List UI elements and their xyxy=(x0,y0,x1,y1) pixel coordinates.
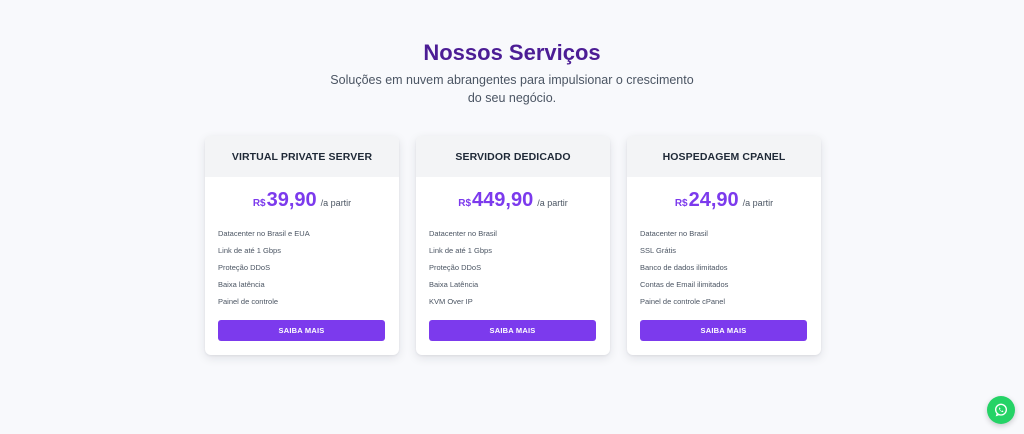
whatsapp-icon xyxy=(995,403,1007,417)
feature-item: Link de até 1 Gbps xyxy=(218,246,281,255)
feature-item: Datacenter no Brasil xyxy=(640,229,708,238)
price-currency: R$ xyxy=(252,198,266,209)
feature-item: Datacenter no Brasil xyxy=(429,229,497,238)
section-subtitle: Soluções em nuvem abrangentes para impul… xyxy=(330,73,694,105)
whatsapp-button[interactable] xyxy=(987,396,1015,424)
price-amount: 39,90 xyxy=(266,189,317,211)
plan-price: R$ 24,90 /a partir xyxy=(627,189,821,215)
feature-item: Painel de controle xyxy=(218,297,279,306)
price-currency: R$ xyxy=(458,198,472,209)
price-currency: R$ xyxy=(674,198,688,209)
feature-item: Painel de controle cPanel xyxy=(640,297,726,306)
feature-item: Link de até 1 Gbps xyxy=(429,246,492,255)
section-title: Nossos Serviços xyxy=(423,40,601,65)
saiba-mais-button[interactable]: SAIBA MAIS xyxy=(218,320,385,341)
services-section: Nossos Serviços Soluções em nuvem abrang… xyxy=(0,0,1024,434)
price-period: /a partir xyxy=(537,198,568,208)
price-amount: 24,90 xyxy=(688,189,739,211)
feature-item: Baixa latência xyxy=(218,280,265,289)
feature-list: Datacenter no Brasil SSL Grátis Banco de… xyxy=(627,229,821,314)
plan-card-cpanel: HOSPEDAGEM CPANEL R$ 24,90 /a partir Dat… xyxy=(627,136,821,355)
feature-item: Contas de Email ilimitados xyxy=(640,280,729,289)
feature-item: SSL Grátis xyxy=(640,246,676,255)
price-period: /a partir xyxy=(742,198,774,208)
saiba-mais-button[interactable]: SAIBA MAIS xyxy=(640,320,807,341)
plan-name: HOSPEDAGEM CPANEL xyxy=(627,136,821,177)
feature-list: Datacenter no Brasil e EUA Link de até 1… xyxy=(205,229,399,314)
price-amount: 449,90 xyxy=(472,189,534,211)
feature-item: Banco de dados ilimitados xyxy=(640,263,728,272)
saiba-mais-button[interactable]: SAIBA MAIS xyxy=(429,320,596,341)
feature-item: Baixa Latência xyxy=(429,280,479,289)
feature-list: Datacenter no Brasil Link de até 1 Gbps … xyxy=(416,229,610,314)
feature-item: Datacenter no Brasil e EUA xyxy=(218,229,310,238)
plan-price: R$ 39,90 /a partir xyxy=(205,189,399,215)
price-period: /a partir xyxy=(320,198,352,208)
plan-card-vps: VIRTUAL PRIVATE SERVER R$ 39,90 /a parti… xyxy=(205,136,399,355)
plan-card-dedicado: SERVIDOR DEDICADO R$ 449,90 /a partir Da… xyxy=(416,136,610,355)
plan-cards: VIRTUAL PRIVATE SERVER R$ 39,90 /a parti… xyxy=(205,136,821,355)
plan-name: VIRTUAL PRIVATE SERVER xyxy=(205,136,399,177)
plan-name: SERVIDOR DEDICADO xyxy=(416,136,610,177)
feature-item: KVM Over IP xyxy=(429,297,473,306)
feature-item: Proteção DDoS xyxy=(218,263,271,272)
feature-item: Proteção DDoS xyxy=(429,263,482,272)
plan-price: R$ 449,90 /a partir xyxy=(416,189,610,215)
